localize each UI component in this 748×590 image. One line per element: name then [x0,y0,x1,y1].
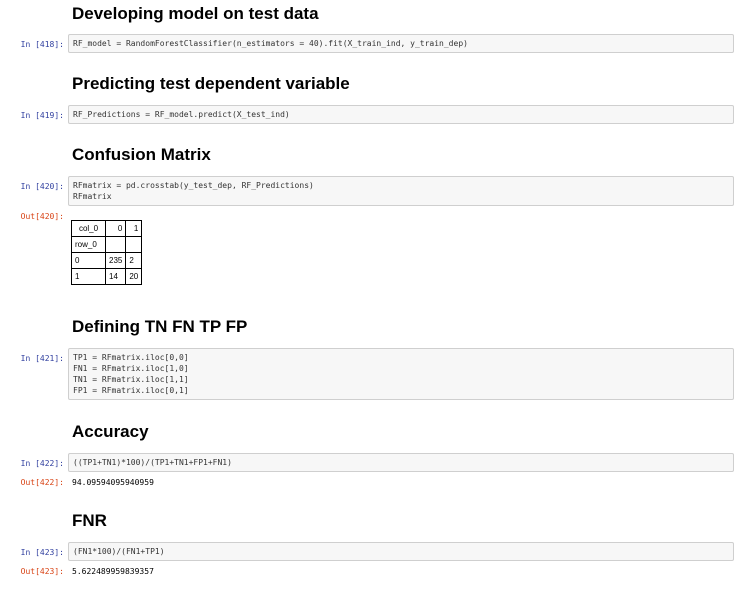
table-cell: 20 [125,268,143,285]
row-index: 1 [71,268,106,285]
input-prompt: In [422]: [20,459,64,468]
table-cell [104,236,127,253]
output-value: 94.09594095940959 [72,478,154,487]
input-prompt: In [423]: [20,548,64,557]
table-cell: 2 [125,252,143,269]
output-value: 5.622489959839357 [72,567,154,576]
table-cell [125,236,143,253]
row-index: 0 [71,252,106,269]
table-row: 1 14 20 [71,268,143,285]
output-prompt: Out[420]: [20,212,64,221]
output-prompt: Out[422]: [20,478,64,487]
confusion-matrix-table: col_0 0 1 row_0 0 235 2 1 14 20 [71,220,143,285]
code-line: (FN1*100)/(FN1+TP1) [73,547,165,556]
code-line: RFmatrix [73,192,112,201]
code-line: TN1 = RFmatrix.iloc[1,1] [73,375,189,384]
table-row: 0 235 2 [71,252,143,269]
code-cell[interactable]: TP1 = RFmatrix.iloc[0,0] FN1 = RFmatrix.… [68,348,734,400]
code-cell[interactable]: RFmatrix = pd.crosstab(y_test_dep, RF_Pr… [68,176,734,206]
table-cell: 235 [104,252,127,269]
code-line: TP1 = RFmatrix.iloc[0,0] [73,353,189,362]
code-line: RF_model = RandomForestClassifier(n_esti… [73,39,468,48]
markdown-heading: Confusion Matrix [72,145,211,164]
input-prompt: In [421]: [20,354,64,363]
code-line: FN1 = RFmatrix.iloc[1,0] [73,364,189,373]
column-header: 0 [104,220,127,237]
code-line: RFmatrix = pd.crosstab(y_test_dep, RF_Pr… [73,181,314,190]
code-cell[interactable]: RF_Predictions = RF_model.predict(X_test… [68,105,734,124]
input-prompt: In [419]: [20,111,64,120]
markdown-heading: Predicting test dependent variable [72,74,350,93]
output-prompt: Out[423]: [20,567,64,576]
input-prompt: In [418]: [20,40,64,49]
code-line: RF_Predictions = RF_model.predict(X_test… [73,110,290,119]
input-prompt: In [420]: [20,182,64,191]
markdown-heading: Accuracy [72,422,149,441]
markdown-heading: FNR [72,511,107,530]
markdown-heading: Defining TN FN TP FP [72,317,248,336]
column-index-name: col_0 [71,220,106,237]
code-cell[interactable]: (FN1*100)/(FN1+TP1) [68,542,734,561]
code-cell[interactable]: RF_model = RandomForestClassifier(n_esti… [68,34,734,53]
code-cell[interactable]: ((TP1+TN1)*100)/(TP1+TN1+FP1+FN1) [68,453,734,472]
table-header-row: col_0 0 1 [71,220,143,237]
code-line: FP1 = RFmatrix.iloc[0,1] [73,386,189,395]
table-cell: 14 [104,268,127,285]
markdown-heading: Developing model on test data [72,4,319,23]
code-line: ((TP1+TN1)*100)/(TP1+TN1+FP1+FN1) [73,458,232,467]
column-header: 1 [125,220,143,237]
table-index-name-row: row_0 [71,236,143,253]
row-index-name: row_0 [71,236,106,253]
